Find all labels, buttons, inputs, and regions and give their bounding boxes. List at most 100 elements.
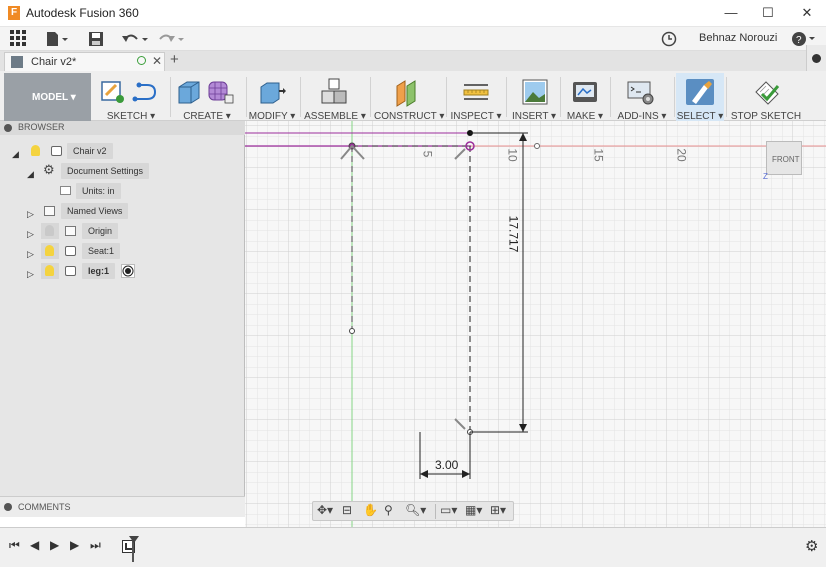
- display-settings-icon[interactable]: ▭▾: [440, 503, 457, 517]
- look-at-icon[interactable]: ⊟: [342, 503, 352, 517]
- sketch-viewport[interactable]: [245, 121, 826, 527]
- leg-label[interactable]: leg:1: [82, 263, 116, 279]
- timeline-bar: ⏮ ◀ ▶ ▶ ⏭ ⚙: [0, 527, 826, 567]
- create-group[interactable]: CREATE ▾: [172, 73, 242, 122]
- expand-triangle-icon[interactable]: ▷: [27, 206, 34, 222]
- browser-header[interactable]: BROWSER: [0, 121, 245, 135]
- undo-icon[interactable]: [120, 31, 148, 47]
- units-node[interactable]: Units: in: [0, 183, 245, 199]
- units-label[interactable]: Units: in: [76, 183, 121, 199]
- ruler-label: 15: [591, 148, 606, 162]
- orbit-icon[interactable]: ✥▾: [317, 503, 333, 517]
- expand-triangle-icon[interactable]: ▷: [27, 266, 34, 282]
- app-title: Autodesk Fusion 360: [26, 6, 139, 20]
- pan-icon[interactable]: ✋: [363, 503, 378, 517]
- fit-zoom-icon[interactable]: 🔍︎▾: [405, 503, 426, 517]
- stop-sketch-group[interactable]: STOP SKETCH: [730, 73, 802, 122]
- insert-image-icon[interactable]: [521, 78, 549, 106]
- user-account-menu[interactable]: Behnaz Norouzi: [699, 32, 777, 44]
- play-icon[interactable]: ▶: [50, 538, 59, 552]
- comments-title: COMMENTS: [18, 502, 71, 512]
- named-views-node[interactable]: ▷ Named Views: [0, 203, 245, 219]
- component-icon: [65, 266, 76, 276]
- step-forward-icon[interactable]: ▶: [70, 538, 79, 552]
- visibility-bulb-icon[interactable]: [45, 265, 54, 276]
- title-bar: F Autodesk Fusion 360 — ☐ ✕: [0, 0, 826, 27]
- zoom-icon[interactable]: ⚲: [384, 503, 393, 517]
- close-tab-icon[interactable]: ✕: [152, 54, 162, 68]
- save-icon[interactable]: [88, 31, 104, 47]
- component-icon: [65, 246, 76, 256]
- redo-icon[interactable]: [156, 31, 184, 47]
- panel-toggle-button[interactable]: [806, 45, 826, 71]
- 3d-print-icon[interactable]: [571, 80, 599, 106]
- root-node-label[interactable]: Chair v2: [67, 143, 113, 159]
- visibility-bulb-icon[interactable]: [45, 245, 54, 256]
- select-group[interactable]: SELECT ▾: [676, 73, 724, 122]
- sketch-group[interactable]: SKETCH ▾: [96, 73, 166, 122]
- job-status-clock-icon[interactable]: [661, 31, 677, 47]
- new-tab-button[interactable]: +: [170, 51, 179, 68]
- viewports-icon[interactable]: ⊞▾: [490, 503, 506, 517]
- close-button[interactable]: ✕: [797, 4, 817, 22]
- stop-sketch-curve-icon[interactable]: [132, 81, 160, 105]
- visibility-bulb-icon[interactable]: [45, 225, 54, 236]
- expand-triangle-icon[interactable]: ◢: [27, 166, 34, 182]
- new-component-icon[interactable]: [319, 77, 349, 107]
- design-canvas[interactable]: 5 10 15 20 17.717 3.00: [245, 121, 826, 527]
- insert-group[interactable]: INSERT ▾: [510, 73, 558, 122]
- offset-plane-icon[interactable]: [394, 78, 424, 108]
- document-tab[interactable]: Chair v2* ✕: [4, 52, 165, 71]
- leg-component-node[interactable]: ▷ leg:1: [0, 263, 245, 279]
- document-settings-label[interactable]: Document Settings: [61, 163, 150, 179]
- timeline-marker-head-icon[interactable]: [129, 536, 139, 543]
- press-pull-icon[interactable]: [257, 79, 287, 107]
- comments-panel[interactable]: COMMENTS: [0, 496, 245, 517]
- workspace-label: MODEL ▾: [32, 92, 76, 103]
- collapse-icon[interactable]: [4, 124, 12, 132]
- seat-label[interactable]: Seat:1: [82, 243, 121, 259]
- minimize-button[interactable]: —: [721, 4, 741, 22]
- named-views-label[interactable]: Named Views: [61, 203, 129, 219]
- vertical-dimension-value[interactable]: 17.717: [506, 216, 520, 253]
- grid-menu-icon[interactable]: [10, 30, 26, 46]
- go-to-start-icon[interactable]: ⏮: [9, 538, 20, 553]
- inspect-group[interactable]: INSPECT ▾: [450, 73, 502, 122]
- horizontal-dimension-value[interactable]: 3.00: [435, 458, 458, 472]
- activate-component-button[interactable]: [121, 264, 135, 278]
- visibility-bulb-icon[interactable]: [31, 145, 40, 156]
- extrude-icon[interactable]: [175, 79, 203, 107]
- expand-triangle-icon[interactable]: ▷: [27, 226, 34, 242]
- measure-icon[interactable]: [462, 82, 492, 104]
- view-cube[interactable]: FRONT: [766, 141, 802, 175]
- expand-triangle-icon[interactable]: ◢: [12, 146, 19, 162]
- expand-icon[interactable]: [4, 503, 12, 511]
- seat-component-node[interactable]: ▷ Seat:1: [0, 243, 245, 259]
- timeline-settings-gear-icon[interactable]: ⚙: [805, 537, 818, 555]
- assemble-group[interactable]: ASSEMBLE ▾: [304, 73, 366, 122]
- expand-triangle-icon[interactable]: ▷: [27, 246, 34, 262]
- document-settings-node[interactable]: ◢ ⚙ Document Settings: [0, 162, 245, 182]
- modify-group[interactable]: MODIFY ▾: [248, 73, 296, 122]
- browser-root-node[interactable]: ◢ Chair v2: [0, 143, 245, 159]
- file-menu-icon[interactable]: [46, 31, 70, 47]
- grid-settings-icon[interactable]: ▦▾: [465, 503, 482, 517]
- select-cursor-icon[interactable]: [684, 77, 716, 107]
- svg-text:?: ?: [796, 35, 802, 46]
- make-group[interactable]: MAKE ▾: [564, 73, 606, 122]
- maximize-button[interactable]: ☐: [758, 4, 778, 22]
- origin-label[interactable]: Origin: [82, 223, 119, 239]
- construct-group[interactable]: CONSTRUCT ▾: [374, 73, 444, 122]
- go-to-end-icon[interactable]: ⏭: [90, 538, 101, 553]
- workspace-switcher-button[interactable]: MODEL ▾: [4, 73, 91, 121]
- create-sketch-icon[interactable]: [100, 79, 126, 105]
- add-ins-group[interactable]: ADD-INS ▾: [614, 73, 670, 122]
- origin-node[interactable]: ▷ Origin: [0, 223, 245, 239]
- stop-sketch-icon[interactable]: [752, 78, 782, 108]
- navigation-bar: ✥▾ ⊟ ✋ ⚲ 🔍︎▾ ▭▾ ▦▾ ⊞▾: [312, 501, 514, 521]
- form-mesh-icon[interactable]: [206, 79, 236, 107]
- step-back-icon[interactable]: ◀: [30, 538, 39, 552]
- design-document-icon: [11, 56, 23, 68]
- view-cube-face-label[interactable]: FRONT: [772, 155, 800, 164]
- scripts-addins-icon[interactable]: [626, 79, 656, 107]
